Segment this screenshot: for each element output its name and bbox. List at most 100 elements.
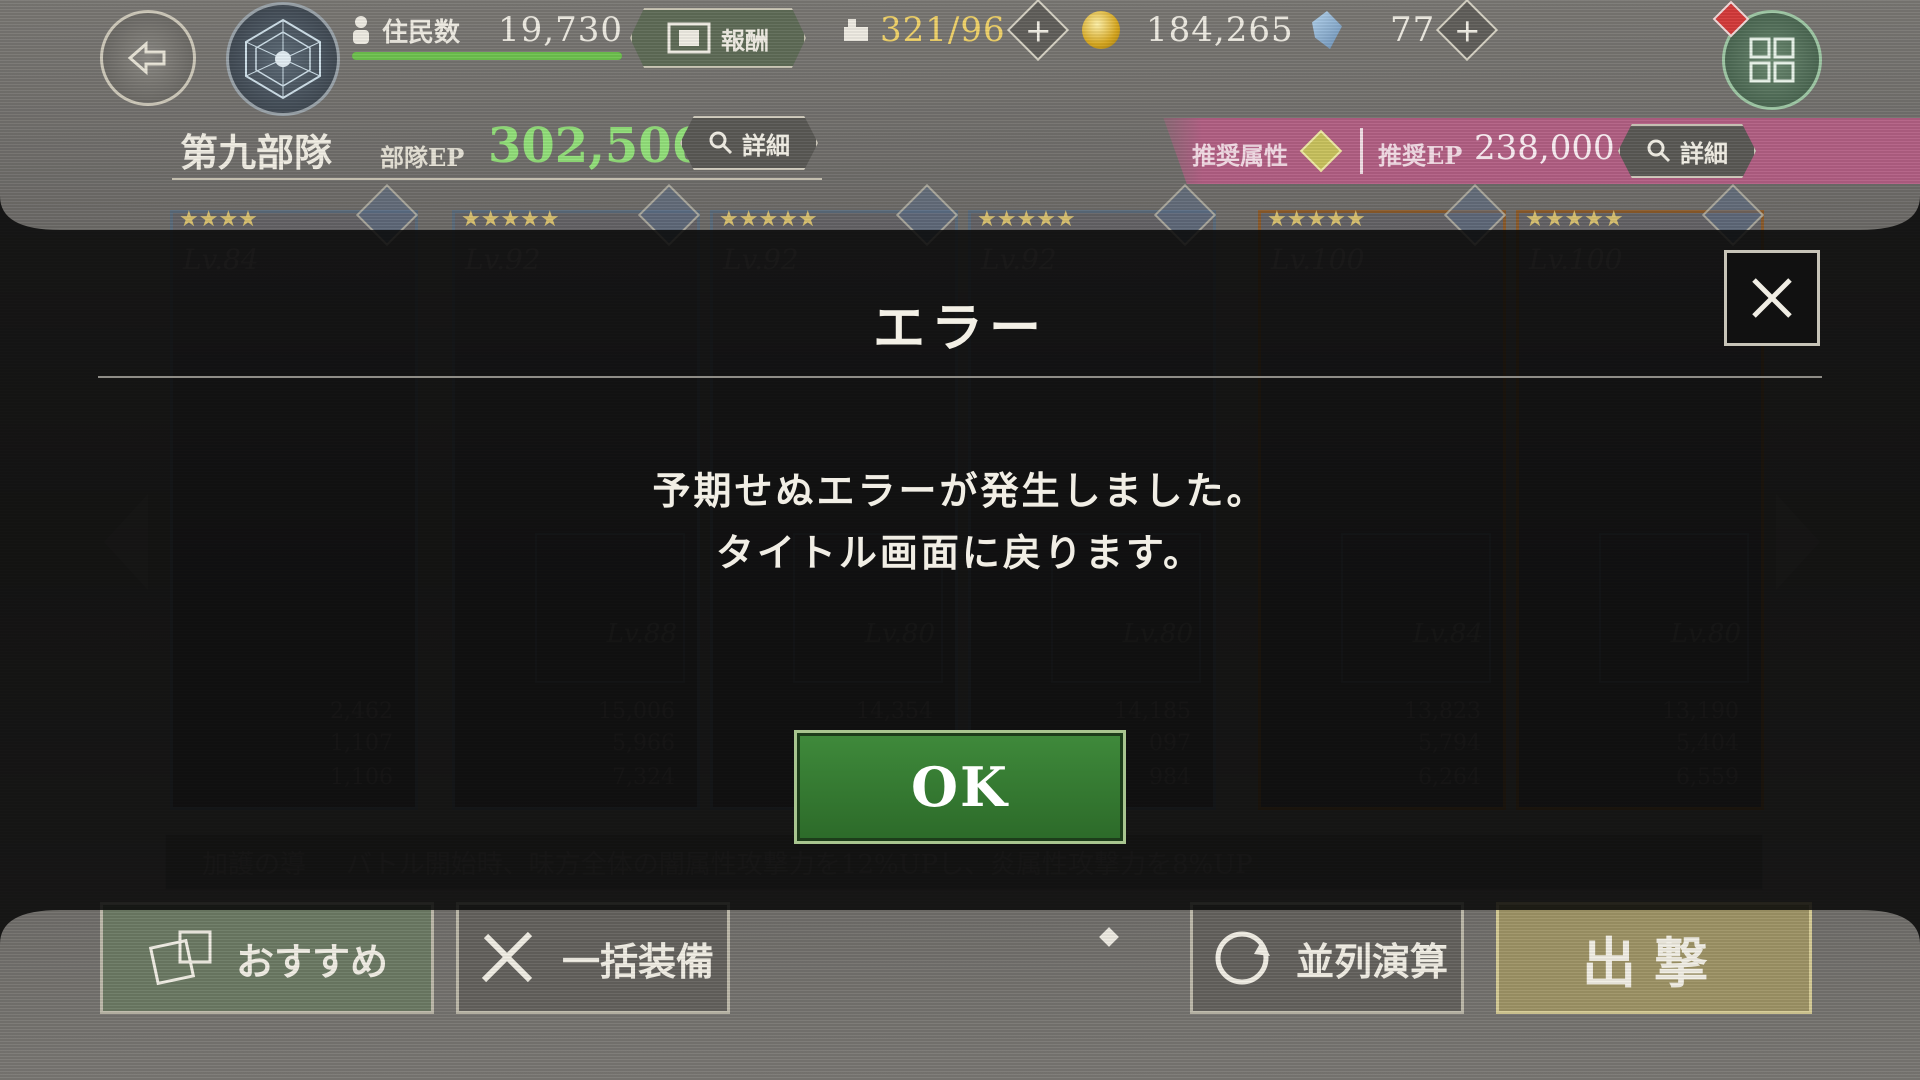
emblem-icon: [245, 18, 321, 100]
parallel-compute-label: 並列演算: [1295, 938, 1448, 984]
unit-support-slot: [535, 533, 685, 683]
parallel-compute-button[interactable]: 並列演算: [1190, 902, 1464, 1014]
stamina-value: 321/96: [880, 10, 1006, 50]
recommend-button[interactable]: おすすめ: [100, 902, 434, 1014]
reward-icon: [667, 22, 711, 54]
unit-stars: ★★★★★: [1525, 207, 1624, 232]
unit-atk: 5,794: [1418, 731, 1481, 756]
player-emblem[interactable]: [226, 2, 340, 116]
recommend-detail-button[interactable]: 詳細: [1618, 124, 1756, 178]
recommend-separator: [1360, 128, 1363, 174]
coin-icon: [1082, 11, 1120, 49]
recommend-attr-label: 推奨属性: [1192, 141, 1288, 170]
population-value: 19,730: [498, 10, 623, 50]
unit-support-slot: [1051, 533, 1201, 683]
dice-icon: [148, 930, 212, 986]
team-ep-label: 部隊EP: [380, 143, 465, 172]
cycle-icon: [1215, 931, 1270, 985]
unit-def: 1,106: [330, 765, 393, 790]
unit-atk: 5,404: [1676, 731, 1739, 756]
unit-support-level: Lv.84: [1412, 619, 1483, 649]
team-underline: [172, 178, 822, 180]
team-name: 第九部隊: [180, 130, 333, 175]
recommend-ep-label: 推奨EP: [1378, 141, 1463, 170]
reward-label: 報酬: [721, 25, 769, 55]
recommend-detail-label: 詳細: [1680, 138, 1728, 168]
unit-support-slot: [1341, 533, 1491, 683]
team-ep-value: 302,506: [488, 118, 706, 174]
population-label: 住民数: [382, 17, 461, 48]
search-icon: [709, 131, 733, 155]
unit-support-level: Lv.80: [864, 619, 935, 649]
unit-hp: 13,823: [1404, 699, 1481, 724]
unit-atk: 097: [1149, 731, 1191, 756]
close-icon: [1752, 278, 1792, 318]
team-skill-name: 加護の導: [202, 849, 307, 880]
coin-value: 184,265: [1146, 10, 1294, 50]
unit-stars: ★★★★★: [1267, 207, 1366, 232]
unit-def: 6,559: [1676, 765, 1739, 790]
grid-menu-icon: [1749, 37, 1795, 83]
unit-stars: ★★★★★: [461, 207, 560, 232]
ok-button[interactable]: OK: [794, 730, 1126, 844]
unit-stars: ★★★★★: [977, 207, 1076, 232]
unit-level: Lv.92: [465, 243, 541, 276]
search-icon: [1647, 139, 1671, 163]
unit-level: Lv.100: [1271, 243, 1365, 276]
sortie-label: 出撃: [1582, 930, 1726, 995]
person-icon: [353, 16, 369, 44]
population-display: 住民数 19,730: [350, 8, 623, 52]
unit-atk: 1,107: [330, 731, 393, 756]
unit-card[interactable]: ★★★★★ Lv.100 Lv.84 13,823 5,794 6,264: [1258, 183, 1507, 810]
stamina-plus-button[interactable]: +: [1006, 0, 1069, 62]
unit-hp: 13,190: [1662, 699, 1739, 724]
unit-def: 984: [1149, 765, 1191, 790]
unit-def: 6,264: [1418, 765, 1481, 790]
recommend-ep-value: 238,000: [1474, 128, 1615, 168]
crystal-icon: [1312, 11, 1342, 49]
crystal-display: 77 +: [1312, 0, 1499, 62]
unit-support-level: Lv.80: [1122, 619, 1193, 649]
unit-card[interactable]: ★★★★★ Lv.92 Lv.80 14,185 097 984: [968, 183, 1217, 810]
unit-hp: 14,185: [1114, 699, 1191, 724]
unit-support-level: Lv.88: [606, 619, 677, 649]
unit-level: Lv.100: [1529, 243, 1623, 276]
team-detail-button[interactable]: 詳細: [680, 116, 818, 170]
reward-button[interactable]: 報酬: [630, 8, 806, 68]
unit-hp: 14,354: [856, 699, 933, 724]
equip-icon: [481, 931, 533, 983]
unit-level: Lv.84: [183, 243, 259, 276]
crystal-plus-button[interactable]: +: [1436, 0, 1499, 62]
dialog-close-button[interactable]: [1724, 250, 1820, 346]
stamina-display: 321/96 +: [842, 0, 1069, 62]
unit-hp: 2,462: [330, 699, 393, 724]
unit-support-slot: [793, 533, 943, 683]
coin-display: 184,265: [1082, 8, 1294, 52]
unit-atk: 5,966: [612, 731, 675, 756]
bulk-equip-button[interactable]: 一括装備: [456, 902, 730, 1014]
team-detail-label: 詳細: [742, 130, 790, 160]
unit-support-slot: [1599, 533, 1749, 683]
back-button[interactable]: [100, 10, 196, 106]
unit-level: Lv.92: [981, 243, 1057, 276]
next-page-arrow[interactable]: [1776, 494, 1820, 590]
unit-stars: ★★★★★: [719, 207, 818, 232]
crystal-value: 77: [1390, 10, 1436, 50]
recommend-button-label: おすすめ: [235, 938, 388, 984]
arrow-left-icon: [127, 40, 166, 76]
population-bar-fill: [352, 52, 622, 60]
unit-card[interactable]: ★★★★★ Lv.92 Lv.88 15,006 5,966 7,324: [452, 183, 701, 810]
unit-stars: ★★★★: [179, 207, 258, 232]
prev-page-arrow[interactable]: [104, 494, 148, 590]
bulk-equip-label: 一括装備: [561, 938, 714, 984]
unit-card[interactable]: ★★★★★ Lv.92 Lv.80 14,354: [710, 183, 959, 810]
unit-card[interactable]: ★★★★ Lv.84 2,462 1,107 1,106: [170, 183, 419, 810]
unit-level: Lv.92: [723, 243, 799, 276]
unit-hp: 15,006: [598, 699, 675, 724]
unit-def: 7,324: [612, 765, 675, 790]
unit-support-level: Lv.80: [1670, 619, 1741, 649]
stamina-icon: [844, 19, 868, 41]
sortie-button[interactable]: 出撃: [1496, 902, 1812, 1014]
population-bar: [352, 52, 622, 60]
team-skill-description: バトル開始時、味方全体の闇属性攻撃力を12%UPし、炎属性攻撃力を8%UP: [346, 849, 1253, 880]
